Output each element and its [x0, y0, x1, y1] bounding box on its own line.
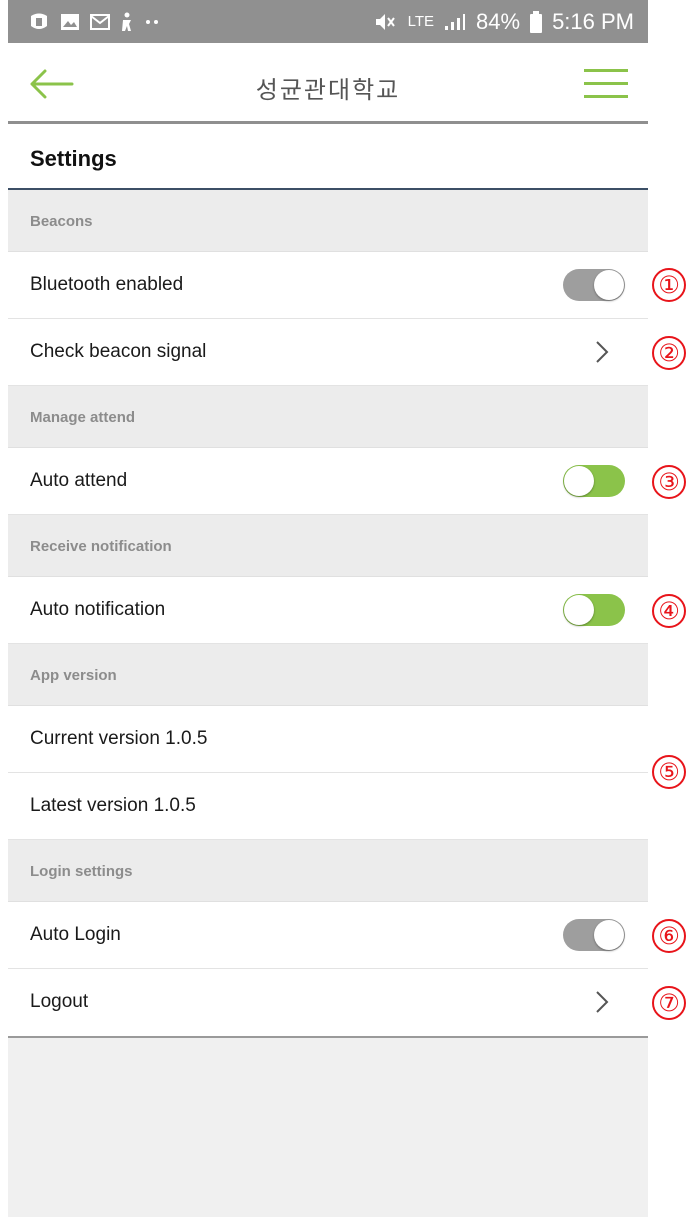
annotation-marker-5: ⑤ [652, 755, 686, 789]
app-notification-icon [28, 12, 50, 32]
toggle-knob [564, 466, 594, 496]
accessibility-icon [120, 12, 134, 32]
section-header-beacons: Beacons [8, 190, 648, 252]
clock: 5:16 PM [552, 8, 634, 34]
page-title: Settings [30, 146, 117, 171]
section-label: Receive notification [30, 538, 172, 555]
list-item-logout[interactable]: Logout [8, 969, 648, 1036]
chevron-right-icon [596, 991, 609, 1013]
list-item-check-beacon-signal[interactable]: Check beacon signal [8, 319, 648, 386]
list-item-auto-notification: Auto notification [8, 577, 648, 644]
list-item-auto-attend: Auto attend [8, 448, 648, 515]
toggle-knob [594, 920, 624, 950]
list-item-auto-login: Auto Login [8, 902, 648, 969]
list-item-current-version: Current version 1.0.5 [8, 706, 648, 773]
section-label: App version [30, 667, 117, 684]
item-label: Latest version 1.0.5 [30, 795, 196, 816]
section-header-login-settings: Login settings [8, 840, 648, 902]
toggle-knob [594, 270, 624, 300]
section-label: Manage attend [30, 409, 136, 426]
annotation-marker-6: ⑥ [652, 919, 686, 953]
section-label: Login settings [30, 863, 133, 880]
annotation-marker-4: ④ [652, 594, 686, 628]
battery-percent: 84% [476, 8, 521, 34]
signal-icon [444, 13, 466, 31]
page-header: Settings [8, 124, 648, 188]
list-bottom-divider [8, 1036, 648, 1038]
section-label: Beacons [30, 213, 93, 230]
app-bar: 성균관대학교 [8, 43, 648, 121]
auto-attend-toggle[interactable] [563, 465, 625, 497]
phone-screen: LTE 84% 5:16 PM 성균관대학교 Settings Beacons … [8, 0, 648, 1217]
status-bar-right: LTE 84% 5:16 PM [374, 9, 634, 35]
auto-notification-toggle[interactable] [563, 594, 625, 626]
item-label: Current version 1.0.5 [30, 728, 208, 749]
list-item-bluetooth-enabled: Bluetooth enabled [8, 252, 648, 319]
section-header-app-version: App version [8, 644, 648, 706]
image-icon [60, 13, 80, 31]
annotation-marker-1: ① [652, 268, 686, 302]
status-bar: LTE 84% 5:16 PM [8, 0, 648, 43]
hamburger-menu-icon [584, 69, 628, 98]
item-label: Bluetooth enabled [30, 274, 184, 295]
annotation-marker-7: ⑦ [652, 986, 686, 1020]
auto-login-toggle[interactable] [563, 919, 625, 951]
item-label: Auto notification [30, 599, 166, 620]
annotation-marker-2: ② [652, 336, 686, 370]
item-label: Auto Login [30, 924, 121, 945]
bluetooth-toggle[interactable] [563, 269, 625, 301]
chevron-right-icon [596, 341, 609, 363]
mail-icon [90, 13, 110, 30]
section-header-manage-attend: Manage attend [8, 386, 648, 448]
item-label: Auto attend [30, 470, 128, 491]
section-header-receive-notification: Receive notification [8, 515, 648, 577]
mute-icon [374, 12, 398, 32]
battery-icon [530, 10, 543, 33]
annotation-marker-3: ③ [652, 465, 686, 499]
list-item-latest-version: Latest version 1.0.5 [8, 773, 648, 840]
toggle-knob [564, 595, 594, 625]
app-title: 성균관대학교 [255, 77, 401, 104]
item-label: Check beacon signal [30, 341, 207, 362]
more-dots-icon [144, 19, 160, 25]
item-label: Logout [30, 991, 89, 1012]
status-bar-left [28, 12, 160, 32]
menu-button[interactable] [584, 67, 628, 101]
lte-label: LTE [407, 13, 435, 30]
